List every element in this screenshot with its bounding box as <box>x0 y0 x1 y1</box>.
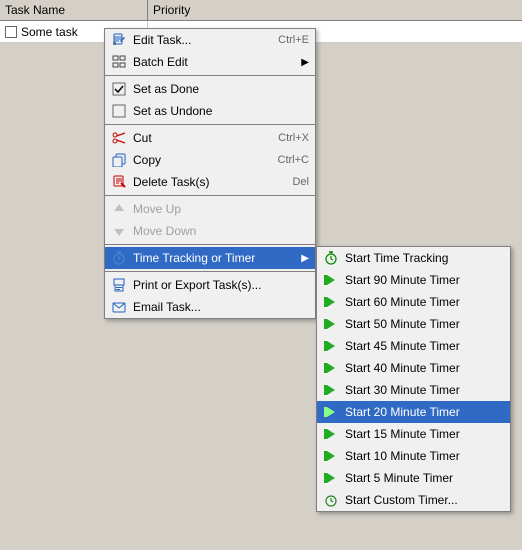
timer-icon <box>111 250 127 266</box>
submenu-item-15[interactable]: Start 15 Minute Timer <box>317 423 510 445</box>
time-tracking-label: Time Tracking or Timer <box>133 251 291 265</box>
menu-item-move-down[interactable]: Move Down <box>105 220 315 242</box>
set-done-label: Set as Done <box>133 82 309 96</box>
copy-icon <box>111 152 127 168</box>
separator-4 <box>105 244 315 245</box>
submenu-item-20[interactable]: Start 20 Minute Timer <box>317 401 510 423</box>
separator-1 <box>105 75 315 76</box>
start-60-label: Start 60 Minute Timer <box>345 295 460 309</box>
column-task-name: Task Name <box>0 0 148 20</box>
separator-2 <box>105 124 315 125</box>
timer-50-icon <box>323 316 339 332</box>
menu-item-print-export[interactable]: Print or Export Task(s)... <box>105 274 315 296</box>
timer-45-icon <box>323 338 339 354</box>
task-name: Some task <box>21 25 78 39</box>
grid-header: Task Name Priority <box>0 0 522 21</box>
time-tracking-arrow: ▶ <box>301 253 309 264</box>
timer-15-icon <box>323 426 339 442</box>
timer-20-icon <box>323 404 339 420</box>
timer-10-icon <box>323 448 339 464</box>
timer-5-icon <box>323 470 339 486</box>
start-50-label: Start 50 Minute Timer <box>345 317 460 331</box>
cut-shortcut: Ctrl+X <box>278 132 309 144</box>
cut-label: Cut <box>133 131 272 145</box>
task-checkbox[interactable] <box>5 26 17 38</box>
menu-item-email-task[interactable]: Email Task... <box>105 296 315 318</box>
delete-task-label: Delete Task(s) <box>133 175 286 189</box>
context-menu: Edit Task... Ctrl+E Batch Edit ▶ Set as … <box>104 28 316 319</box>
start-15-label: Start 15 Minute Timer <box>345 427 460 441</box>
arrow-up-icon <box>111 201 127 217</box>
separator-5 <box>105 271 315 272</box>
column-priority: Priority <box>148 0 195 20</box>
copy-shortcut: Ctrl+C <box>278 154 309 166</box>
move-up-label: Move Up <box>133 202 309 216</box>
menu-item-move-up[interactable]: Move Up <box>105 198 315 220</box>
submenu-item-5[interactable]: Start 5 Minute Timer <box>317 467 510 489</box>
start-90-label: Start 90 Minute Timer <box>345 273 460 287</box>
arrow-down-icon <box>111 223 127 239</box>
menu-item-copy[interactable]: Copy Ctrl+C <box>105 149 315 171</box>
submenu-item-50[interactable]: Start 50 Minute Timer <box>317 313 510 335</box>
timer-90-icon <box>323 272 339 288</box>
timer-custom-icon <box>323 492 339 508</box>
menu-item-set-undone[interactable]: Set as Undone <box>105 100 315 122</box>
delete-icon <box>111 174 127 190</box>
timer-30-icon <box>323 382 339 398</box>
checkmark-icon <box>111 81 127 97</box>
timer-green-icon <box>323 250 339 266</box>
menu-item-cut[interactable]: Cut Ctrl+X <box>105 127 315 149</box>
edit-task-shortcut: Ctrl+E <box>278 34 309 46</box>
set-undone-label: Set as Undone <box>133 104 309 118</box>
separator-3 <box>105 195 315 196</box>
batch-edit-label: Batch Edit <box>133 55 291 69</box>
empty-checkbox-icon <box>111 103 127 119</box>
batch-edit-arrow: ▶ <box>301 57 309 68</box>
menu-item-set-done[interactable]: Set as Done <box>105 78 315 100</box>
timer-40-icon <box>323 360 339 376</box>
submenu-item-90[interactable]: Start 90 Minute Timer <box>317 269 510 291</box>
delete-shortcut: Del <box>292 176 309 188</box>
menu-item-time-tracking[interactable]: Time Tracking or Timer ▶ Start Time Trac… <box>105 247 315 269</box>
start-time-tracking-label: Start Time Tracking <box>345 251 448 265</box>
timer-60-icon <box>323 294 339 310</box>
start-10-label: Start 10 Minute Timer <box>345 449 460 463</box>
pencil-icon <box>111 32 127 48</box>
submenu-item-custom[interactable]: Start Custom Timer... <box>317 489 510 511</box>
email-task-label: Email Task... <box>133 300 309 314</box>
start-40-label: Start 40 Minute Timer <box>345 361 460 375</box>
scissors-icon <box>111 130 127 146</box>
submenu-item-40[interactable]: Start 40 Minute Timer <box>317 357 510 379</box>
batch-icon <box>111 54 127 70</box>
edit-task-label: Edit Task... <box>133 33 272 47</box>
copy-label: Copy <box>133 153 272 167</box>
submenu-item-30[interactable]: Start 30 Minute Timer <box>317 379 510 401</box>
start-20-label: Start 20 Minute Timer <box>345 405 460 419</box>
email-icon <box>111 299 127 315</box>
submenu-item-60[interactable]: Start 60 Minute Timer <box>317 291 510 313</box>
menu-item-batch-edit[interactable]: Batch Edit ▶ <box>105 51 315 73</box>
time-tracking-submenu: Start Time Tracking Start 90 Minute Time… <box>316 246 511 512</box>
start-5-label: Start 5 Minute Timer <box>345 471 453 485</box>
print-export-label: Print or Export Task(s)... <box>133 278 309 292</box>
move-down-label: Move Down <box>133 224 309 238</box>
menu-item-edit-task[interactable]: Edit Task... Ctrl+E <box>105 29 315 51</box>
print-icon <box>111 277 127 293</box>
submenu-item-start-time-tracking[interactable]: Start Time Tracking <box>317 247 510 269</box>
start-45-label: Start 45 Minute Timer <box>345 339 460 353</box>
submenu-item-10[interactable]: Start 10 Minute Timer <box>317 445 510 467</box>
submenu-item-45[interactable]: Start 45 Minute Timer <box>317 335 510 357</box>
menu-item-delete-task[interactable]: Delete Task(s) Del <box>105 171 315 193</box>
start-30-label: Start 30 Minute Timer <box>345 383 460 397</box>
start-custom-label: Start Custom Timer... <box>345 493 458 507</box>
